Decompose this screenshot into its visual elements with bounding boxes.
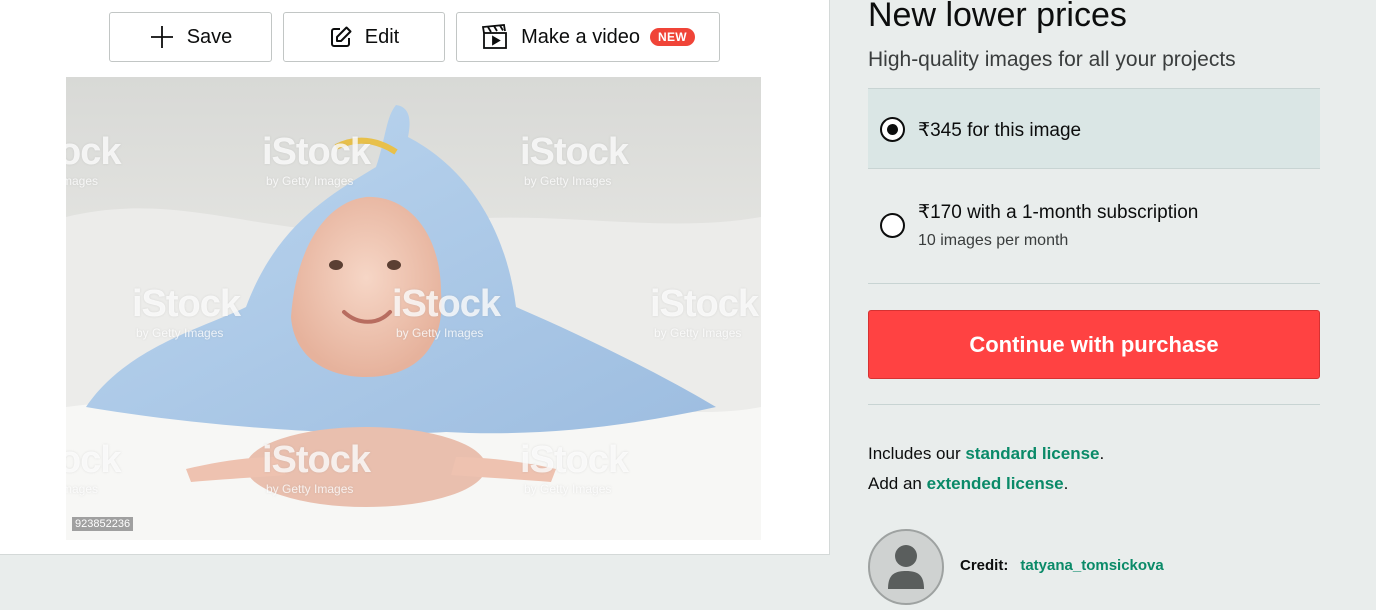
radio-unselected[interactable] [880, 213, 905, 238]
save-label: Save [186, 25, 233, 48]
image-preview-panel: Save Edit Make a video NEW ock mages iSt… [0, 0, 830, 555]
watermark: iStock by Getty Images [650, 283, 759, 340]
make-video-button[interactable]: Make a video NEW [456, 12, 720, 62]
standard-license-link[interactable]: standard license [965, 444, 1099, 463]
standard-license-line: Includes our standard license. [868, 444, 1105, 463]
watermark: iStock by Getty Images [262, 439, 371, 496]
clapperboard-icon [481, 24, 509, 50]
watermark: iStock by Getty Images [520, 131, 629, 188]
price-option-single[interactable]: ₹345 for this image [868, 88, 1320, 169]
edit-icon [329, 25, 353, 49]
watermark: iStock by Getty Images [132, 283, 241, 340]
watermark-partial: ock mages [66, 131, 121, 188]
extended-license-line: Add an extended license. [868, 474, 1069, 493]
plus-icon [149, 24, 175, 50]
edit-button[interactable]: Edit [283, 12, 445, 62]
image-id: 923852236 [72, 517, 134, 531]
credit: Credit: tatyana_tomsickova [960, 557, 1164, 574]
user-icon [888, 545, 924, 589]
continue-purchase-button[interactable]: Continue with purchase [868, 310, 1320, 379]
watermark: iStock by Getty Images [392, 283, 501, 340]
make-video-label: Make a video [521, 25, 641, 48]
watermark: iStock by Getty Images [520, 439, 629, 496]
watermark: iStock by Getty Images [262, 131, 371, 188]
avatar[interactable] [868, 529, 944, 605]
extended-license-link[interactable]: extended license [927, 474, 1064, 493]
price-option-subscription[interactable]: ₹170 with a 1-month subscription 10 imag… [868, 170, 1320, 284]
pricing-title: New lower prices [868, 0, 1127, 34]
pricing-subtitle: High-quality images for all your project… [868, 48, 1236, 71]
edit-label: Edit [364, 25, 400, 48]
contributor-link[interactable]: tatyana_tomsickova [1020, 557, 1163, 574]
price-option-label: ₹345 for this image [918, 120, 1082, 141]
watermark-partial: ock mages [66, 439, 121, 496]
image-toolbar: Save Edit Make a video NEW [109, 12, 720, 62]
price-option-label: ₹170 with a 1-month subscription [918, 202, 1199, 223]
divider [868, 404, 1320, 405]
credit-label: Credit: [960, 557, 1009, 574]
new-badge: NEW [650, 28, 695, 46]
save-button[interactable]: Save [109, 12, 272, 62]
stock-photo[interactable]: ock mages iStock by Getty Images iStock … [66, 77, 761, 540]
price-option-sublabel: 10 images per month [918, 232, 1069, 249]
radio-selected[interactable] [880, 117, 905, 142]
